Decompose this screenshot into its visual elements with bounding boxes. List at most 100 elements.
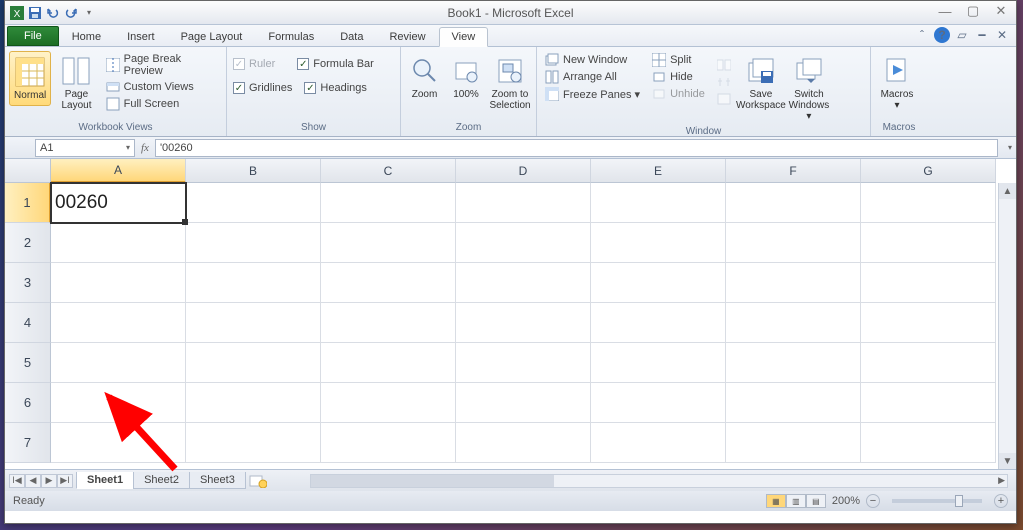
- column-header-G[interactable]: G: [861, 159, 996, 183]
- view-side-by-side-button[interactable]: [715, 57, 733, 73]
- sheet-nav-prev-icon[interactable]: ◀: [25, 474, 41, 488]
- cell-D5[interactable]: [456, 343, 591, 383]
- name-box[interactable]: A1▾: [35, 139, 135, 157]
- row-header-3[interactable]: 3: [5, 263, 51, 303]
- help-icon[interactable]: ?: [934, 27, 950, 43]
- qat-dropdown-icon[interactable]: ▾: [81, 5, 97, 21]
- formula-bar-checkbox[interactable]: ✓Formula Bar: [295, 57, 376, 71]
- close-button[interactable]: ✕: [988, 3, 1014, 19]
- tab-data[interactable]: Data: [327, 27, 376, 46]
- cell-G7[interactable]: [861, 423, 996, 463]
- window-close2-icon[interactable]: ✕: [994, 27, 1010, 43]
- cell-B2[interactable]: [186, 223, 321, 263]
- cell-B5[interactable]: [186, 343, 321, 383]
- scroll-right-icon[interactable]: ▶: [998, 475, 1005, 486]
- column-header-F[interactable]: F: [726, 159, 861, 183]
- cell-F3[interactable]: [726, 263, 861, 303]
- cell-D1[interactable]: [456, 183, 591, 223]
- zoom-level[interactable]: 200%: [832, 495, 860, 507]
- undo-icon[interactable]: [45, 5, 61, 21]
- tab-insert[interactable]: Insert: [114, 27, 168, 46]
- column-header-B[interactable]: B: [186, 159, 321, 183]
- horizontal-scrollbar[interactable]: ◀▶: [310, 474, 1008, 488]
- select-all-corner[interactable]: [5, 159, 51, 183]
- normal-view-button[interactable]: Normal: [9, 51, 51, 106]
- cell-G2[interactable]: [861, 223, 996, 263]
- cell-G6[interactable]: [861, 383, 996, 423]
- new-window-button[interactable]: New Window: [543, 52, 642, 68]
- cell-E6[interactable]: [591, 383, 726, 423]
- cell-F6[interactable]: [726, 383, 861, 423]
- reset-window-button[interactable]: [715, 91, 733, 107]
- cell-G4[interactable]: [861, 303, 996, 343]
- tab-page-layout[interactable]: Page Layout: [168, 27, 256, 46]
- cell-B3[interactable]: [186, 263, 321, 303]
- sync-scroll-button[interactable]: [715, 74, 733, 90]
- cell-E7[interactable]: [591, 423, 726, 463]
- row-header-4[interactable]: 4: [5, 303, 51, 343]
- sheet-tab-sheet2[interactable]: Sheet2: [133, 472, 190, 489]
- zoom-in-button[interactable]: +: [994, 494, 1008, 508]
- cell-B1[interactable]: [186, 183, 321, 223]
- cell-F2[interactable]: [726, 223, 861, 263]
- view-page-layout-icon[interactable]: ▥: [786, 494, 806, 508]
- custom-views-button[interactable]: Custom Views: [104, 79, 220, 95]
- cell-B4[interactable]: [186, 303, 321, 343]
- tab-formulas[interactable]: Formulas: [255, 27, 327, 46]
- page-layout-button[interactable]: Page Layout: [55, 51, 97, 115]
- freeze-panes-button[interactable]: Freeze Panes ▾: [543, 86, 642, 102]
- sheet-nav-first-icon[interactable]: I◀: [9, 474, 25, 488]
- minimize-button[interactable]: —: [932, 3, 958, 19]
- cell-G5[interactable]: [861, 343, 996, 383]
- view-page-break-icon[interactable]: ▤: [806, 494, 826, 508]
- tab-home[interactable]: Home: [59, 27, 114, 46]
- scroll-up-icon[interactable]: ▲: [999, 183, 1016, 199]
- cell-A6[interactable]: [51, 383, 186, 423]
- cell-C5[interactable]: [321, 343, 456, 383]
- save-icon[interactable]: [27, 5, 43, 21]
- cell-G1[interactable]: [861, 183, 996, 223]
- cell-B6[interactable]: [186, 383, 321, 423]
- cell-C2[interactable]: [321, 223, 456, 263]
- column-header-A[interactable]: A: [51, 159, 186, 183]
- fx-icon[interactable]: fx: [141, 142, 149, 154]
- cell-B7[interactable]: [186, 423, 321, 463]
- redo-icon[interactable]: [63, 5, 79, 21]
- cell-F5[interactable]: [726, 343, 861, 383]
- column-header-E[interactable]: E: [591, 159, 726, 183]
- cell-F7[interactable]: [726, 423, 861, 463]
- zoom-slider-thumb[interactable]: [955, 495, 963, 507]
- switch-windows-button[interactable]: Switch Windows ▾: [787, 51, 831, 126]
- zoom-100-button[interactable]: 100%: [448, 51, 484, 104]
- ruler-checkbox[interactable]: ✓Ruler: [231, 57, 277, 71]
- zoom-selection-button[interactable]: Zoom to Selection: [488, 51, 532, 115]
- page-break-preview-button[interactable]: Page Break Preview: [104, 52, 220, 78]
- formula-bar-expand-icon[interactable]: ▾: [1008, 143, 1012, 152]
- cell-D4[interactable]: [456, 303, 591, 343]
- row-header-5[interactable]: 5: [5, 343, 51, 383]
- spreadsheet-grid[interactable]: ABCDEFG 1234567 00260 ▲▼: [5, 159, 1016, 469]
- hscroll-thumb[interactable]: [311, 475, 555, 487]
- maximize-button[interactable]: ▢: [960, 3, 986, 19]
- cell-A2[interactable]: [51, 223, 186, 263]
- view-normal-icon[interactable]: ▦: [766, 494, 786, 508]
- cell-E4[interactable]: [591, 303, 726, 343]
- hide-button[interactable]: Hide: [650, 69, 707, 85]
- cell-C1[interactable]: [321, 183, 456, 223]
- split-button[interactable]: Split: [650, 52, 707, 68]
- zoom-out-button[interactable]: −: [866, 494, 880, 508]
- column-header-C[interactable]: C: [321, 159, 456, 183]
- arrange-all-button[interactable]: Arrange All: [543, 69, 642, 85]
- cell-D2[interactable]: [456, 223, 591, 263]
- window-restore-icon[interactable]: ▱: [954, 27, 970, 43]
- cell-D3[interactable]: [456, 263, 591, 303]
- cell-G3[interactable]: [861, 263, 996, 303]
- cell-D6[interactable]: [456, 383, 591, 423]
- name-box-dropdown-icon[interactable]: ▾: [126, 143, 130, 152]
- cell-A3[interactable]: [51, 263, 186, 303]
- cell-C6[interactable]: [321, 383, 456, 423]
- sheet-nav-last-icon[interactable]: ▶I: [57, 474, 73, 488]
- column-header-D[interactable]: D: [456, 159, 591, 183]
- cell-A5[interactable]: [51, 343, 186, 383]
- zoom-slider[interactable]: [892, 499, 982, 503]
